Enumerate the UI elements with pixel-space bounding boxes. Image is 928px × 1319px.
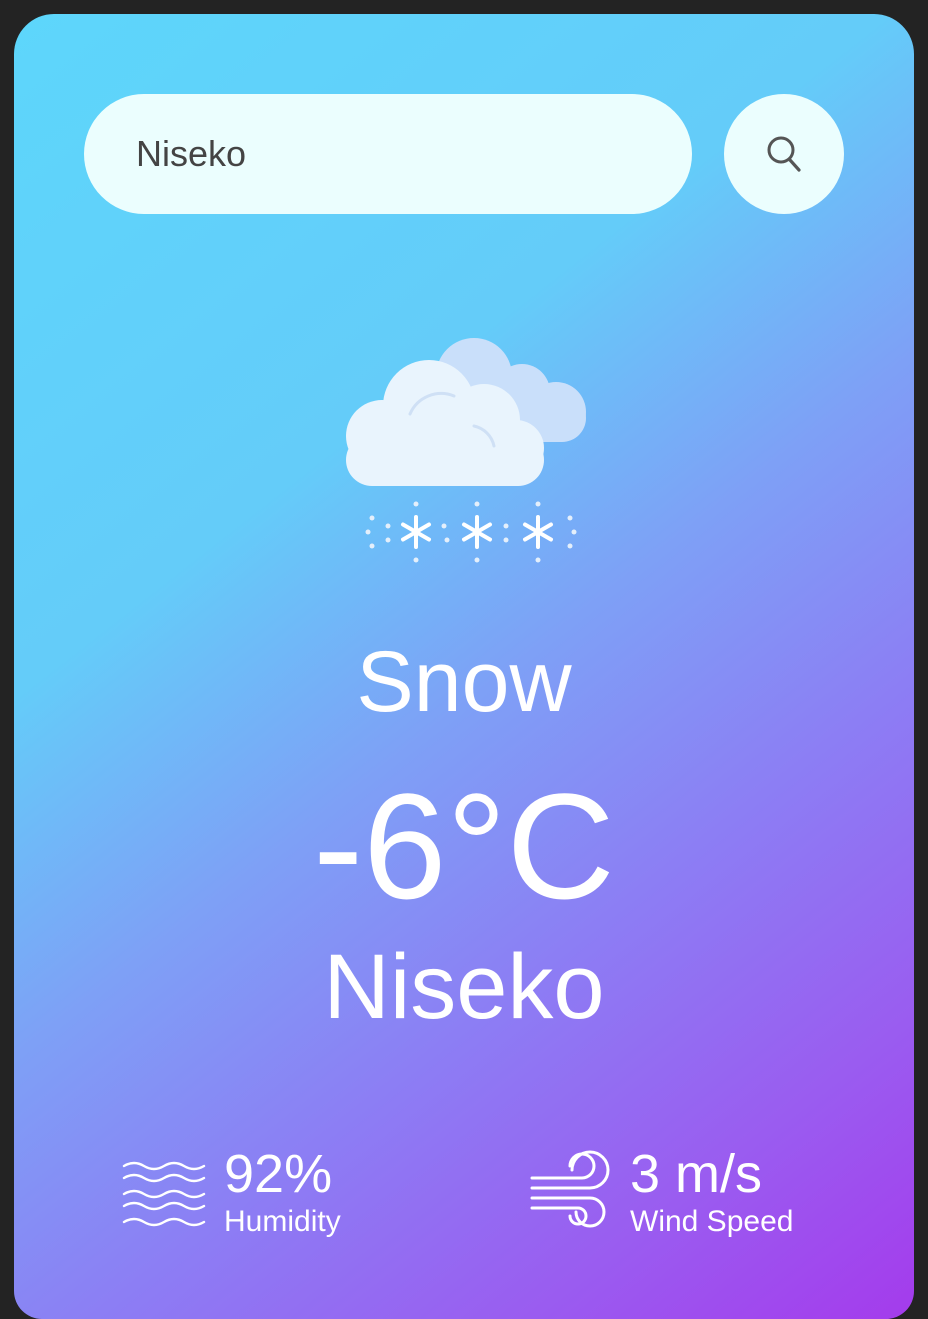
wind-icon: [530, 1150, 610, 1228]
humidity-stat: 92% Humidity: [122, 1144, 341, 1240]
humidity-text: 92% Humidity: [224, 1144, 341, 1240]
snow-cloud-icon: [346, 338, 586, 563]
search-input[interactable]: [136, 124, 692, 184]
wind-text: 3 m/s Wind Speed: [630, 1144, 793, 1240]
weather-condition: Snow: [356, 634, 572, 730]
search-button[interactable]: [724, 94, 844, 214]
search-icon: [767, 136, 801, 172]
search-box: [84, 94, 692, 214]
humidity-label: Humidity: [224, 1205, 341, 1238]
city-name: Niseko: [323, 936, 605, 1038]
wind-label: Wind Speed: [630, 1205, 794, 1238]
temperature: -6°C: [313, 762, 615, 930]
weather-card: Snow -6°C Niseko 92% Humidity: [14, 14, 914, 1319]
humidity-waves-icon: [122, 1161, 206, 1227]
wind-value: 3 m/s: [630, 1144, 763, 1204]
wind-stat: 3 m/s Wind Speed: [528, 1144, 793, 1240]
humidity-value: 92%: [224, 1144, 333, 1204]
